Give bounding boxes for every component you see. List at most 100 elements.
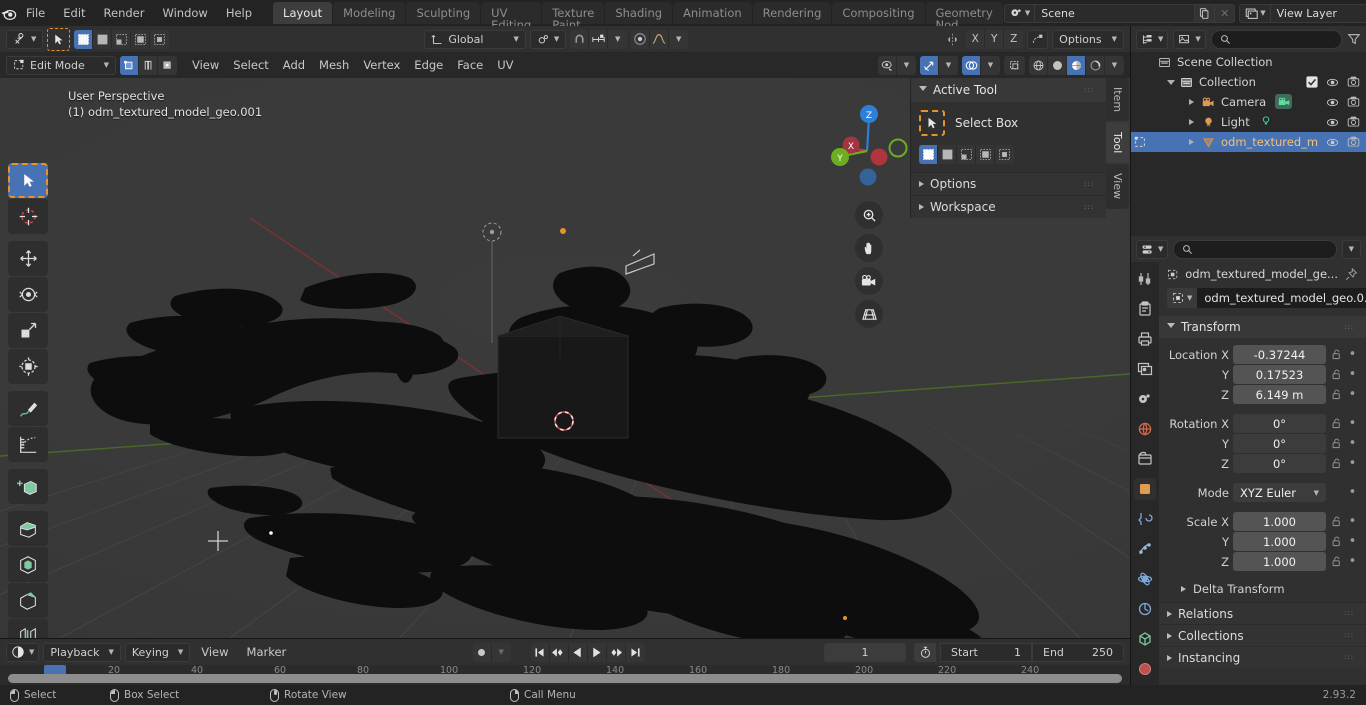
viewport-menu-face[interactable]: Face [450,55,490,75]
scale-x-value[interactable]: 1.000 [1233,512,1326,531]
viewport-menu-view[interactable]: View [185,55,226,75]
workspace-tab-texture-paint[interactable]: Texture Paint [542,2,604,24]
tab-constraint-properties[interactable] [1134,598,1156,620]
collapse-triangle-icon[interactable] [919,204,924,210]
expand-triangle-icon[interactable] [919,86,927,94]
shading-caret-icon[interactable]: ▼ [1105,56,1124,75]
panel-grip-icon[interactable]: ::: [1084,182,1098,187]
tab-scene-properties[interactable] [1134,388,1156,410]
animate-dot-icon[interactable]: • [1347,557,1358,567]
tool-intersect-icon[interactable] [995,145,1014,164]
proportional-edit-group[interactable]: ▼ [631,30,688,49]
hide-in-viewport-icon[interactable] [1326,77,1339,88]
expand-triangle-icon[interactable] [1167,323,1175,331]
view-layer-icon[interactable]: ▼ [1239,4,1270,23]
tool-inset-faces[interactable] [8,547,48,582]
falloff-caret-icon[interactable]: ▼ [669,30,688,49]
magnet-snap-icon[interactable] [570,30,589,49]
tab-tool-properties[interactable] [1134,268,1156,290]
rotation-y-row[interactable]: Y 0° • [1167,434,1358,453]
hide-in-viewport-icon[interactable] [1326,137,1339,148]
solid-shading-icon[interactable] [1048,56,1067,75]
falloff-curve-icon[interactable] [650,30,669,49]
select-mode-group[interactable] [74,30,169,49]
tab-view-layer-properties[interactable] [1134,358,1156,380]
location-x-row[interactable]: Location X -0.37244 • [1167,345,1358,364]
active-tool-indicator[interactable] [47,28,70,51]
gizmo-caret-icon[interactable]: ▼ [939,56,958,75]
tool-subtract-icon[interactable] [957,145,976,164]
mirror-axis-group[interactable]: X Y Z [966,30,1023,49]
outliner-row-light[interactable]: Light [1131,112,1366,132]
tool-set-icon[interactable] [919,145,938,164]
tab-world-properties[interactable] [1134,418,1156,440]
lock-icon[interactable] [1330,458,1343,469]
timeline-track[interactable]: 20406080100120140160180200220240 [0,665,1130,686]
rotation-mode-row[interactable]: Mode XYZ Euler ▼ • [1167,483,1358,502]
edge-select-icon[interactable] [139,56,158,75]
panel-workspace[interactable]: Workspace ::: [911,195,1106,218]
scene-selector[interactable]: ▼ Scene ✕ [1004,4,1235,23]
view-layer-name[interactable]: View Layer [1271,4,1366,23]
tab-item[interactable]: Item [1106,78,1129,121]
tool-bevel[interactable] [8,583,48,618]
hide-in-viewport-icon[interactable] [1326,97,1339,108]
expand-triangle-icon[interactable] [1167,80,1180,85]
rendered-shading-icon[interactable] [1086,56,1105,75]
tab-modifier-properties[interactable] [1134,508,1156,530]
transform-orientation-dropdown[interactable]: Global ▼ [424,30,525,49]
top-menu-file[interactable]: File [17,3,54,23]
tab-collection-properties[interactable] [1134,448,1156,470]
timeline-marker-menu[interactable]: Marker [240,642,294,662]
scale-z-row[interactable]: Z 1.000 • [1167,552,1358,571]
next-keyframe-button[interactable] [607,643,626,662]
jump-end-button[interactable] [626,643,645,662]
playback-dropdown[interactable]: Playback ▼ [43,643,120,662]
visibility-caret-icon[interactable]: ▼ [897,56,916,75]
scene-icon[interactable]: ▼ [1004,4,1035,23]
collapse-triangle-icon[interactable] [919,181,924,187]
lock-icon[interactable] [1330,438,1343,449]
workspace-tab-geometry-nod[interactable]: Geometry Nod [926,2,1003,24]
active-tool-panel-header[interactable]: Active Tool ::: [911,78,1106,102]
panel-grip-icon[interactable]: ::: [1344,325,1358,330]
expand-triangle-icon[interactable] [1181,586,1186,592]
overlays-group[interactable]: ▼ [962,56,1000,75]
outliner-row-scene-collection[interactable]: Scene Collection [1131,52,1366,72]
camera-view-button[interactable] [855,267,883,295]
xray-toggle-icon[interactable] [1004,56,1025,75]
tool-measure[interactable] [8,427,48,462]
tool-extrude[interactable] [8,511,48,546]
wireframe-shading-icon[interactable] [1029,56,1048,75]
show-gizmo-icon[interactable] [920,56,939,75]
tool-scale[interactable] [8,313,48,348]
tool-extend-icon[interactable] [938,145,957,164]
record-icon[interactable] [473,643,492,662]
outliner-search-input[interactable] [1211,30,1342,49]
viewport-menu-mesh[interactable]: Mesh [312,55,356,75]
new-scene-button[interactable] [1195,4,1215,23]
outliner-row-collection[interactable]: Collection [1131,72,1366,92]
end-frame-field[interactable]: End 250 [1032,643,1124,662]
hide-in-viewport-icon[interactable] [1326,117,1339,128]
orientation-gizmo[interactable]: Z X Y [822,86,912,196]
gizmo-group[interactable]: ▼ [920,56,958,75]
rotation-x-row[interactable]: Rotation X 0° • [1167,414,1358,433]
remove-scene-button[interactable]: ✕ [1215,4,1235,23]
workspace-tab-rendering[interactable]: Rendering [753,2,832,24]
top-menu-edit[interactable]: Edit [54,3,94,23]
workspace-tab-shading[interactable]: Shading [605,2,672,24]
object-id-value[interactable]: odm_textured_model_geo.0... [1197,288,1366,308]
animate-dot-icon[interactable]: • [1347,459,1358,469]
uv-mirror-icon[interactable] [1027,30,1048,49]
lock-icon[interactable] [1330,349,1343,360]
tool-invert-icon[interactable] [976,145,995,164]
workspace-tab-compositing[interactable]: Compositing [832,2,924,24]
mirror-icon[interactable] [943,30,962,49]
relations-panel[interactable]: Relations ::: [1159,602,1366,624]
tool-rotate[interactable] [8,277,48,312]
lock-icon[interactable] [1330,389,1343,400]
expand-triangle-icon[interactable] [1167,633,1172,639]
keying-dropdown[interactable]: Keying ▼ [125,643,190,662]
select-set-icon[interactable] [74,30,93,49]
